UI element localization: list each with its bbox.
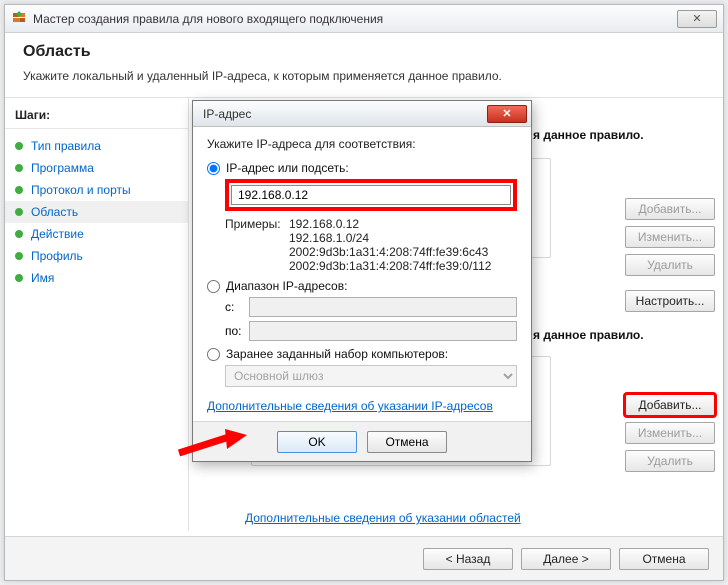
option-ip-subnet[interactable]: IP-адрес или подсеть: [207,161,517,175]
step-dot-icon [15,164,23,172]
steps-sidebar: Шаги: Тип правила Программа Протокол и п… [5,98,189,531]
step-label: Профиль [31,249,83,263]
step-dot-icon [15,274,23,282]
rule-text-remote: я данное правило. [533,328,644,342]
step-dot-icon [15,230,23,238]
wizard-title: Мастер создания правила для нового входя… [33,12,383,26]
option-ip-range-label: Диапазон IP-адресов: [226,279,347,293]
step-protocol[interactable]: Протокол и порты [5,179,188,201]
page-subtitle: Укажите локальный и удаленный IP-адреса,… [23,69,705,83]
step-dot-icon [15,186,23,194]
step-profile[interactable]: Профиль [5,245,188,267]
range-from-input[interactable] [249,297,517,317]
option-ip-range[interactable]: Диапазон IP-адресов: [207,279,517,293]
next-button[interactable]: Далее > [521,548,611,570]
range-from-label: c: [225,300,249,314]
radio-ip-subnet[interactable] [207,162,220,175]
back-button[interactable]: < Назад [423,548,513,570]
example-value: 192.168.1.0/24 [289,231,491,245]
page-heading: Область [23,43,705,61]
range-to-label: по: [225,324,249,338]
step-label: Тип правила [31,139,101,153]
step-label: Протокол и порты [31,183,131,197]
step-action[interactable]: Действие [5,223,188,245]
step-dot-icon [15,142,23,150]
delete-remote-button[interactable]: Удалить [625,450,715,472]
examples-block: Примеры: 192.168.0.12 192.168.1.0/24 200… [225,217,517,273]
step-label: Действие [31,227,84,241]
cancel-button[interactable]: Отмена [619,548,709,570]
wizard-titlebar: Мастер создания правила для нового входя… [5,5,723,33]
wizard-footer: < Назад Далее > Отмена [5,536,723,580]
step-scope[interactable]: Область [5,201,188,223]
edit-local-button[interactable]: Изменить... [625,226,715,248]
preset-select[interactable]: Основной шлюз [225,365,517,387]
add-remote-button[interactable]: Добавить... [625,394,715,416]
edit-remote-button[interactable]: Изменить... [625,422,715,444]
option-preset-label: Заранее заданный набор компьютеров: [226,347,448,361]
configure-button[interactable]: Настроить... [625,290,715,312]
example-value: 2002:9d3b:1a31:4:208:74ff:fe39:6c43 [289,245,491,259]
close-button[interactable]: ✕ [677,10,717,28]
ip-input[interactable] [231,185,511,205]
step-label: Область [31,205,78,219]
dialog-close-button[interactable]: ✕ [487,105,527,123]
scope-help-link[interactable]: Дополнительные сведения об указании обла… [245,511,521,525]
dialog-footer: OK Отмена [193,421,531,461]
ip-address-dialog: IP-адрес ✕ Укажите IP-адреса для соответ… [192,100,532,462]
step-program[interactable]: Программа [5,157,188,179]
step-name[interactable]: Имя [5,267,188,289]
examples-label: Примеры: [225,217,283,273]
radio-ip-range[interactable] [207,280,220,293]
dialog-cancel-button[interactable]: Отмена [367,431,447,453]
dialog-prompt: Укажите IP-адреса для соответствия: [207,137,517,151]
ip-help-link[interactable]: Дополнительные сведения об указании IP-а… [207,399,493,413]
example-value: 2002:9d3b:1a31:4:208:74ff:fe39:0/112 [289,259,491,273]
option-ip-subnet-label: IP-адрес или подсеть: [226,161,349,175]
delete-local-button[interactable]: Удалить [625,254,715,276]
firewall-icon [11,11,27,27]
step-rule-type[interactable]: Тип правила [5,135,188,157]
range-to-input[interactable] [249,321,517,341]
wizard-header: Область Укажите локальный и удаленный IP… [5,33,723,98]
ip-input-highlight [225,179,517,211]
ok-button[interactable]: OK [277,431,357,453]
rule-text-local: я данное правило. [533,128,644,142]
step-label: Программа [31,161,94,175]
add-local-button[interactable]: Добавить... [625,198,715,220]
step-dot-icon [15,252,23,260]
step-dot-icon [15,208,23,216]
steps-header: Шаги: [5,108,188,129]
option-preset[interactable]: Заранее заданный набор компьютеров: [207,347,517,361]
dialog-title: IP-адрес [203,107,251,121]
example-value: 192.168.0.12 [289,217,491,231]
step-label: Имя [31,271,54,285]
dialog-titlebar: IP-адрес ✕ [193,101,531,127]
radio-preset[interactable] [207,348,220,361]
